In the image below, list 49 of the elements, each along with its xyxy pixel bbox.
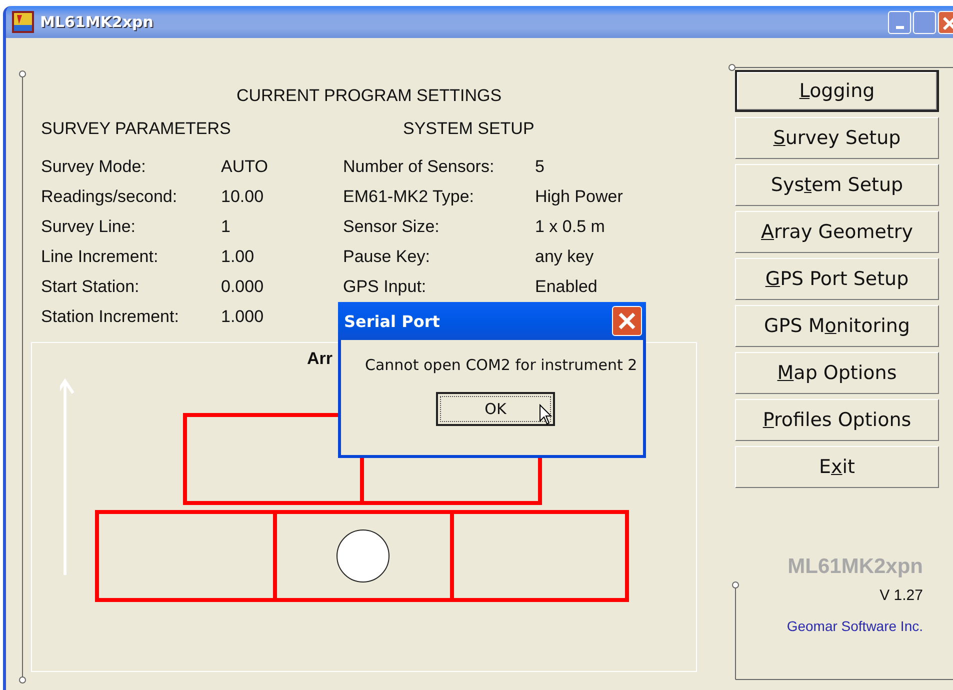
dialog-message: Cannot open COM2 for instrument 2 [365,356,638,374]
maximize-button[interactable] [913,10,936,34]
setting-value: 1 [221,217,230,237]
setting-label: Survey Line: [41,217,136,237]
setting-value: any key [535,247,594,267]
section-heading: SYSTEM SETUP [403,119,536,139]
menu-button[interactable]: Array Geometry [735,211,939,253]
setting-label: Number of Sensors: [343,157,496,177]
window-title: ML61MK2xpn [40,13,154,31]
setting-label: Pause Key: [343,247,431,267]
setting-value: High Power [535,187,623,207]
minimize-icon [896,26,904,28]
setting-value: Enabled [535,277,598,297]
menu-button[interactable]: Logging [735,70,939,112]
setting-label: GPS Input: [343,277,428,297]
minimize-button[interactable] [888,10,911,34]
setting-label: Sensor Size: [343,217,440,237]
setting-value: 1.00 [221,247,254,267]
setting-label: Station Increment: [41,307,180,327]
setting-label: Survey Mode: [41,157,147,177]
setting-value: 0.000 [221,277,264,297]
setting-value: 10.00 [221,187,264,207]
product-name: ML61MK2xpn [788,555,923,579]
menu-button[interactable]: Profiles Options [735,399,939,441]
setting-value: 5 [535,157,544,177]
setting-label: Line Increment: [41,247,160,267]
settings-title: CURRENT PROGRAM SETTINGS [235,86,503,106]
app-logo-icon [12,11,34,33]
setting-value: 1 x 0.5 m [535,217,605,237]
close-icon [616,310,638,332]
menu-button[interactable]: GPS Port Setup [735,258,939,300]
setting-value: AUTO [221,157,268,177]
cursor-icon [539,404,553,426]
setting-label: Readings/second: [41,187,178,207]
close-button[interactable] [612,306,642,336]
section-heading: SURVEY PARAMETERS [41,119,232,139]
ok-button[interactable]: OK [436,392,555,426]
menu-button[interactable]: System Setup [735,164,939,206]
panel-title: Arr [307,349,333,369]
menu-button[interactable]: Map Options [735,352,939,394]
setting-label: Start Station: [41,277,140,297]
menu-button[interactable]: Exit [735,446,939,488]
dialog-title: Serial Port [344,312,440,330]
company-name: Geomar Software Inc. [786,618,923,634]
version-label: V 1.27 [880,587,923,604]
menu-button[interactable]: Survey Setup [735,117,939,159]
setting-value: 1.000 [221,307,264,327]
setting-label: EM61-MK2 Type: [343,187,476,207]
menu-button[interactable]: GPS Monitoring [735,305,939,347]
